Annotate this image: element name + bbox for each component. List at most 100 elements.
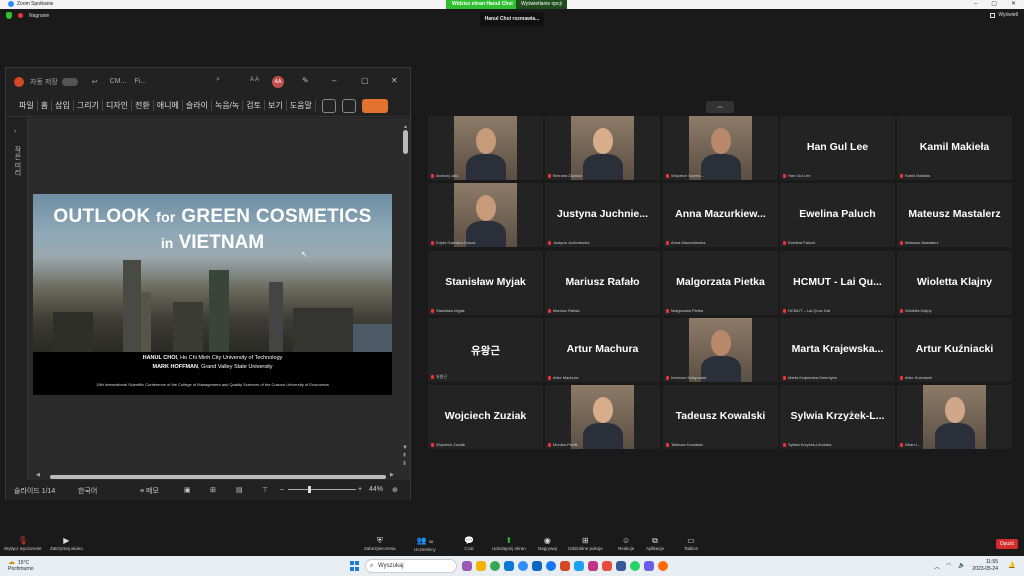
scroll-left-icon[interactable]: ◀	[36, 472, 40, 478]
powerpoint-taskbar-icon[interactable]	[560, 561, 570, 571]
comment-button[interactable]	[341, 98, 356, 113]
scroll-right-icon[interactable]: ▶	[390, 472, 394, 478]
undo-icon[interactable]: ↩	[92, 78, 98, 86]
zoom-level[interactable]: 44%	[369, 486, 383, 493]
participant-tile[interactable]: Ireneusz Kuligowski	[663, 318, 778, 382]
autosave-toggle[interactable]	[61, 77, 78, 86]
whatsapp-icon[interactable]	[630, 561, 640, 571]
language-indicator[interactable]: 한국어	[78, 486, 97, 496]
ppt-share-button[interactable]	[361, 98, 388, 113]
participant-tile[interactable]: Artur Kuźniacki Artur Kuźniacki	[897, 318, 1012, 382]
participant-tile[interactable]: Nhan L...	[897, 385, 1012, 449]
file-explorer-icon[interactable]	[476, 561, 486, 571]
participant-tile[interactable]: Han Gul Lee Han Gul Lee	[780, 116, 895, 180]
notification-bell-icon[interactable]: 🔔	[1008, 562, 1015, 569]
ppt-minimize-icon[interactable]: –	[332, 76, 336, 85]
fit-slide-icon[interactable]: ⊕	[392, 486, 398, 494]
ppt-maximize-icon[interactable]: ▢	[361, 76, 369, 85]
participants-button[interactable]: 👥 36 Uczestnicy	[414, 536, 436, 552]
record-meeting-button[interactable]: ◉ Nagrywaj	[538, 536, 557, 551]
speaker-icon[interactable]: 🔈	[958, 562, 965, 569]
tray-chevron-up-icon[interactable]: ︿	[934, 562, 940, 571]
vertical-scroll-thumb[interactable]	[403, 130, 408, 154]
participant-tile[interactable]: Edyta Gwińska-Dusza	[428, 183, 543, 247]
maximize-icon[interactable]: ▢	[991, 0, 997, 9]
view-button[interactable]: Wyświetl	[990, 12, 1018, 18]
ribbon-tab-insert[interactable]: 삽입	[52, 100, 74, 111]
teams-icon[interactable]	[616, 561, 626, 571]
ribbon-tab-view[interactable]: 보기	[265, 100, 287, 111]
view-options-button[interactable]: Wyświetlanie opcji	[516, 0, 567, 9]
share-screen-button[interactable]: ⬆ Udostępnij ekran	[492, 536, 526, 551]
participant-tile[interactable]: Sylwia Krzyżek-L... Sylwia Krzyżek-Liburs…	[780, 385, 895, 449]
stop-video-button[interactable]: ▶ Zatrzymaj wideo	[50, 536, 83, 551]
zoom-in-icon[interactable]: +	[358, 486, 362, 493]
ribbon-tab-home[interactable]: 홈	[38, 100, 53, 111]
taskbar-clock[interactable]: 11:55 2023-05-24	[972, 559, 998, 573]
store-icon[interactable]	[532, 561, 542, 571]
breakout-rooms-button[interactable]: ⊞ Oddzielne pokoje	[568, 536, 603, 551]
participant-tile[interactable]: Andrzej Jaki	[428, 116, 543, 180]
record-button[interactable]	[321, 98, 336, 113]
ribbon-tab-transitions[interactable]: 전환	[132, 100, 154, 111]
pen-icon[interactable]: ✎	[302, 76, 309, 85]
chevron-right-icon[interactable]: ›	[14, 128, 16, 135]
zoom-out-icon[interactable]: –	[280, 486, 284, 493]
participant-tile[interactable]: Stanisław Myjak Stanisław Myjak	[428, 251, 543, 315]
shield-icon[interactable]	[6, 12, 12, 19]
slide-canvas[interactable]: OUTLOOK for GREEN COSMETICS in VIETNAM H…	[33, 194, 392, 395]
ppt-close-icon[interactable]: ✕	[391, 76, 398, 85]
reactions-button[interactable]: ☺ Reakcje	[618, 536, 634, 551]
participant-tile[interactable]: Justyna Juchnie... Justyna Juchniewicz	[545, 183, 660, 247]
notes-button[interactable]: ≡ 메모	[140, 486, 159, 496]
participant-tile[interactable]: 유왕근 유왕근	[428, 318, 543, 382]
scroll-down-icon[interactable]: ▼ ⇞ ⇟	[402, 444, 408, 468]
participant-tile[interactable]: Kamil Makieła Kamil Makieła	[897, 116, 1012, 180]
youtube-icon[interactable]	[602, 561, 612, 571]
windows-start-icon[interactable]	[350, 561, 360, 571]
whiteboards-button[interactable]: ▭ Tablice	[684, 536, 698, 551]
participant-tile[interactable]: Anna Mazurkiew... Anna Mazurkiewicz	[663, 183, 778, 247]
participant-tile[interactable]: Wojciech Zuziak Wojciech Zuziak	[428, 385, 543, 449]
reading-view-icon[interactable]: ▤	[236, 486, 243, 494]
apps-button[interactable]: ⧉ Aplikacje	[646, 536, 664, 551]
chat-app-icon[interactable]	[462, 561, 472, 571]
ribbon-tab-record[interactable]: 녹음/녹	[212, 100, 244, 111]
leave-meeting-button[interactable]: Opuść	[996, 539, 1018, 549]
ribbon-tab-draw[interactable]: 그리기	[74, 100, 103, 111]
edge-icon[interactable]	[504, 561, 514, 571]
participant-tile[interactable]: Mateusz Mastalerz Mateusz Mastalerz	[897, 183, 1012, 247]
ribbon-tab-slideshow[interactable]: 슬라이	[183, 100, 212, 111]
messenger-icon[interactable]	[546, 561, 556, 571]
participant-tile[interactable]: Malgorzata Pietka Malgorzata Pietka	[663, 251, 778, 315]
ribbon-tab-review[interactable]: 검토	[243, 100, 265, 111]
vertical-scrollbar[interactable]: ▲ ▼ ⇞ ⇟	[402, 124, 410, 474]
search-icon[interactable]: ⌕	[216, 76, 220, 84]
horizontal-scroll-thumb[interactable]	[50, 475, 386, 479]
ribbon-tab-design[interactable]: 디자인	[103, 100, 133, 111]
ribbon-tab-help[interactable]: 도움말	[287, 100, 316, 111]
participant-tile[interactable]: Marta Krajewska... Marta Krajewska-Smenty…	[780, 318, 895, 382]
user-avatar[interactable]: AA	[272, 76, 284, 88]
instagram-icon[interactable]	[588, 561, 598, 571]
wifi-icon[interactable]: ◠	[946, 562, 951, 569]
slideshow-icon[interactable]: ⊤	[262, 486, 268, 494]
zoom-slider-knob[interactable]	[308, 486, 311, 493]
collapse-gallery-button[interactable]: ︿	[706, 101, 734, 113]
close-icon[interactable]: ✕	[1011, 0, 1016, 9]
participant-tile[interactable]: Bernard Ziębicki	[545, 116, 660, 180]
unmute-button[interactable]: 🎙 Wyłącz wyciszenie	[4, 536, 41, 551]
normal-view-icon[interactable]: ▣	[184, 486, 191, 494]
minimize-icon[interactable]: –	[974, 0, 977, 9]
chat-button[interactable]: 💬 Czat	[464, 536, 474, 551]
ribbon-tab-file[interactable]: 파일	[16, 100, 38, 111]
ribbon-tab-animations[interactable]: 애니메	[154, 100, 183, 111]
security-button[interactable]: ⛨ Zabezpieczenia	[364, 536, 396, 551]
twitter-icon[interactable]	[574, 561, 584, 571]
participant-tile[interactable]: Tadeusz Kowalski Tadeusz Kowalski	[663, 385, 778, 449]
browser-icon-extra[interactable]	[658, 561, 668, 571]
weather-widget[interactable]: ☁ 15°C Pochmurno	[8, 559, 34, 572]
participant-tile[interactable]: Artur Machura Artur Machura	[545, 318, 660, 382]
participant-tile[interactable]: HCMUT - Lai Qu... HCMUT – Lai Quoc Dat	[780, 251, 895, 315]
chrome-icon[interactable]	[490, 561, 500, 571]
